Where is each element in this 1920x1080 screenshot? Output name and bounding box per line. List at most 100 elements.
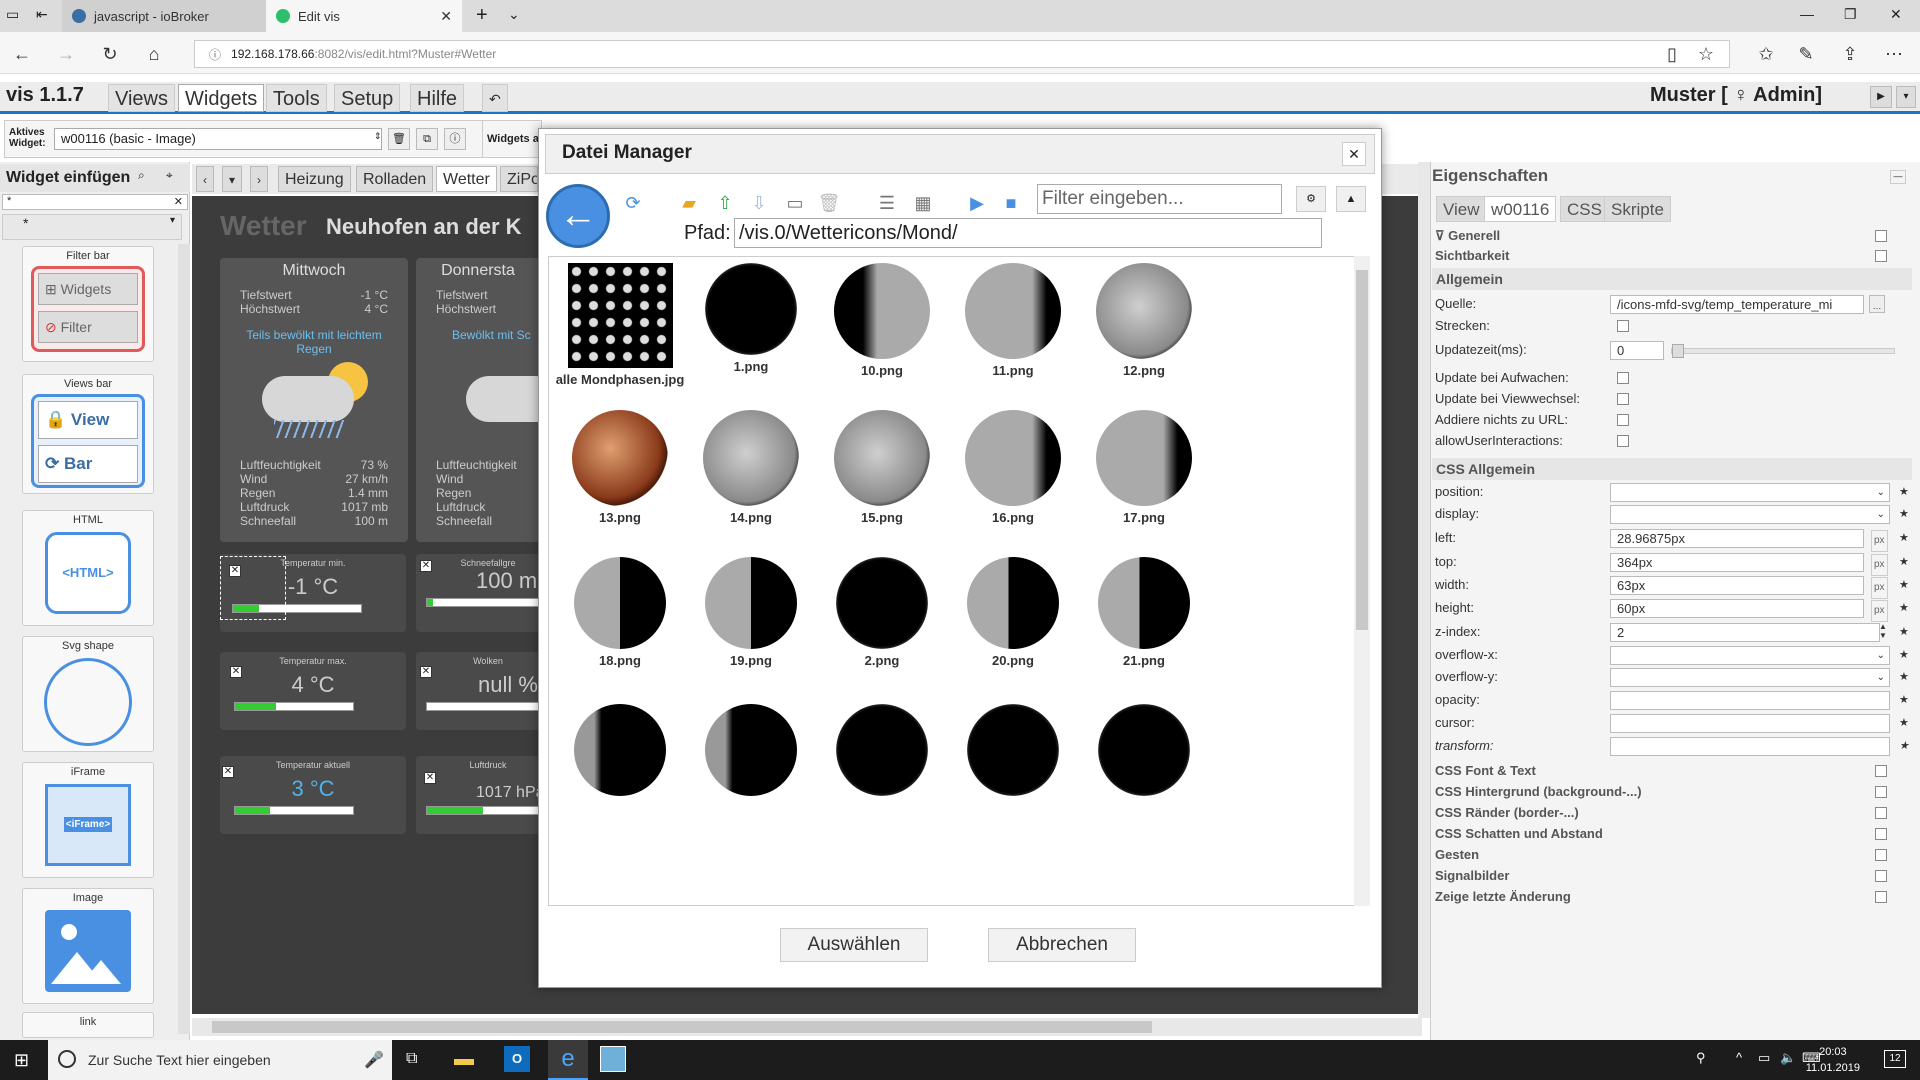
tab-zipo[interactable]: ZiPo bbox=[500, 166, 538, 192]
updatezeit-slider[interactable] bbox=[1671, 344, 1895, 358]
tile-schneefall[interactable]: Schneefallgre 100 m ✕ bbox=[416, 554, 540, 632]
pin-star-icon[interactable]: ★ bbox=[1899, 528, 1909, 548]
file-explorer-icon[interactable]: ▬ bbox=[454, 1048, 474, 1071]
taskbar-search-input[interactable]: Zur Suche Text hier eingeben bbox=[48, 1040, 392, 1080]
cancel-button[interactable]: Abbrechen bbox=[988, 928, 1136, 962]
favorites-icon[interactable]: ✩ bbox=[1756, 44, 1776, 64]
file-item[interactable] bbox=[817, 704, 947, 800]
forecast-day-card[interactable]: Mittwoch Tiefstwert -1 °C Höchstwert 4 °C … bbox=[220, 258, 408, 542]
menu-setup[interactable]: Setup bbox=[334, 84, 401, 112]
prop-tab-skripte[interactable]: Skripte bbox=[1604, 196, 1671, 222]
close-dialog-icon[interactable]: ✕ bbox=[1342, 142, 1366, 166]
quelle-input[interactable]: /icons-mfd-svg/temp_temperature_mi bbox=[1610, 295, 1864, 314]
app-icon[interactable] bbox=[600, 1046, 626, 1072]
pin-star-icon[interactable]: ★ bbox=[1899, 645, 1909, 665]
group-css-schatten[interactable]: CSS Schatten und Abstand bbox=[1435, 824, 1915, 844]
home-icon[interactable]: ⌂ bbox=[144, 44, 164, 64]
canvas-scrollbar[interactable] bbox=[192, 1018, 1422, 1036]
menu-dropdown-icon[interactable]: ▾ bbox=[1896, 86, 1916, 108]
file-item[interactable]: 11.png bbox=[948, 263, 1078, 378]
tab-dropdown-icon[interactable]: ⌄ bbox=[508, 6, 520, 23]
more-icon[interactable]: ⋯ bbox=[1884, 44, 1904, 64]
group-signalbilder[interactable]: Signalbilder bbox=[1435, 866, 1915, 886]
palette-set-select[interactable]: * ▾ bbox=[2, 214, 182, 240]
widget-card-image[interactable]: Image bbox=[22, 888, 154, 1004]
pen-icon[interactable]: ✎ bbox=[1796, 44, 1816, 64]
pin-star-icon[interactable]: ★ bbox=[1899, 482, 1909, 502]
canvas-vscrollbar[interactable] bbox=[1418, 162, 1430, 1018]
unit-label[interactable]: px bbox=[1871, 577, 1888, 599]
browse-files-button[interactable]: … bbox=[1869, 295, 1885, 313]
overflow-x-select[interactable]: ⌄ bbox=[1610, 646, 1890, 665]
microphone-icon[interactable]: 🎤 bbox=[364, 1050, 384, 1070]
close-window-icon[interactable]: ✕ bbox=[1890, 6, 1902, 23]
file-item[interactable]: 18.png bbox=[555, 557, 685, 668]
favorite-star-icon[interactable]: ☆ bbox=[1696, 44, 1716, 64]
minimize-icon[interactable]: — bbox=[1800, 6, 1814, 22]
pin-star-icon[interactable]: ★ bbox=[1899, 622, 1909, 642]
select-button[interactable]: Auswählen bbox=[780, 928, 928, 962]
file-item[interactable] bbox=[1079, 704, 1209, 800]
prop-tab-view[interactable]: View bbox=[1436, 196, 1487, 222]
file-item[interactable]: alle Mondphasen.jpg bbox=[555, 263, 685, 387]
tabs-list-icon[interactable]: ▾ bbox=[222, 166, 243, 192]
group-gesten[interactable]: Gesten bbox=[1435, 845, 1915, 865]
width-input[interactable]: 63px bbox=[1610, 576, 1864, 595]
outlook-icon[interactable]: O bbox=[504, 1046, 530, 1072]
palette-scrollbar[interactable] bbox=[178, 244, 190, 1034]
widget-card-filter-bar[interactable]: Filter bar ⊞ Widgets ⊘ Filter bbox=[22, 246, 154, 362]
pin-star-icon[interactable]: ★ bbox=[1899, 713, 1909, 733]
group-checkbox[interactable] bbox=[1875, 891, 1887, 903]
file-item[interactable]: 13.png bbox=[555, 410, 685, 525]
group-css-font[interactable]: CSS Font & Text bbox=[1435, 761, 1915, 781]
file-item[interactable]: 2.png bbox=[817, 557, 947, 668]
update-viewwechsel-checkbox[interactable] bbox=[1617, 393, 1629, 405]
forecast-day-card[interactable]: Donnersta Tiefstwert Höchstwert Bewölkt … bbox=[416, 258, 540, 542]
section-allgemein[interactable]: Allgemein bbox=[1432, 268, 1912, 290]
tab-edit-vis[interactable]: Edit vis ✕ bbox=[266, 0, 462, 32]
group-checkbox[interactable] bbox=[1875, 849, 1887, 861]
share-icon[interactable]: ⇪ bbox=[1840, 44, 1860, 64]
list-view-icon[interactable]: ☰ bbox=[874, 190, 900, 216]
pin-star-icon[interactable]: ★ bbox=[1899, 736, 1909, 756]
settings-icon[interactable]: ⚙ bbox=[1296, 186, 1326, 212]
task-view-icon[interactable]: ⧉ bbox=[406, 1050, 417, 1068]
delete-icon[interactable]: 🗑 bbox=[816, 190, 842, 216]
taskbar-clock[interactable]: 20:03 11.01.2019 bbox=[1806, 1044, 1860, 1076]
network-icon[interactable]: ▭ bbox=[1758, 1050, 1770, 1066]
file-item[interactable]: 15.png bbox=[817, 410, 947, 525]
tab-wetter[interactable]: Wetter bbox=[436, 166, 497, 192]
file-filter-input[interactable]: Filter eingeben... bbox=[1037, 184, 1282, 214]
set-aside-icon[interactable]: ⇤ bbox=[36, 6, 54, 24]
tabs-prev-icon[interactable]: ‹ bbox=[196, 166, 214, 192]
refresh-icon[interactable]: ↻ bbox=[100, 44, 120, 64]
palette-filter-input[interactable]: * ✕ bbox=[2, 194, 188, 210]
prop-tab-widget[interactable]: w00116 bbox=[1484, 196, 1557, 222]
rename-icon[interactable]: ▭ bbox=[782, 190, 808, 216]
widget-card-html[interactable]: HTML <HTML> bbox=[22, 510, 154, 626]
edge-icon[interactable]: e bbox=[548, 1040, 588, 1080]
url-input[interactable]: ⓘ 192.168.178.66 :8082/vis/edit.html?Mus… bbox=[194, 40, 1730, 68]
pin-star-icon[interactable]: ★ bbox=[1899, 690, 1909, 710]
pin-star-icon[interactable]: ★ bbox=[1899, 598, 1909, 618]
update-aufwachen-checkbox[interactable] bbox=[1617, 372, 1629, 384]
section-css-allgemein[interactable]: CSS Allgemein bbox=[1432, 458, 1912, 480]
group-checkbox[interactable] bbox=[1875, 807, 1887, 819]
tile-temperatur-aktuell[interactable]: Temperatur aktuell 3 °C ✕ bbox=[220, 756, 406, 834]
menu-views[interactable]: Views bbox=[108, 84, 175, 112]
tile-luftdruck[interactable]: Luftdruck 1017 hPa ✕ bbox=[416, 756, 540, 834]
addiere-checkbox[interactable] bbox=[1617, 414, 1629, 426]
pin-star-icon[interactable]: ★ bbox=[1899, 575, 1909, 595]
widget-card-svg-shape[interactable]: Svg shape bbox=[22, 636, 154, 752]
group-checkbox[interactable] bbox=[1875, 828, 1887, 840]
position-select[interactable]: ⌄ bbox=[1610, 483, 1890, 502]
tile-wolken[interactable]: Wolken null % ✕ bbox=[416, 652, 540, 730]
group-checkbox[interactable] bbox=[1875, 250, 1887, 262]
windows-start-icon[interactable]: ⊞ bbox=[14, 1050, 29, 1071]
download-icon[interactable]: ⇩ bbox=[746, 190, 772, 216]
play-icon[interactable]: ▶ bbox=[964, 190, 990, 216]
prop-tab-css[interactable]: CSS bbox=[1560, 196, 1609, 222]
widget-info-icon[interactable]: ⓘ bbox=[444, 128, 466, 150]
restore-icon[interactable]: ❐ bbox=[1844, 6, 1857, 23]
pin-star-icon[interactable]: ★ bbox=[1899, 552, 1909, 572]
